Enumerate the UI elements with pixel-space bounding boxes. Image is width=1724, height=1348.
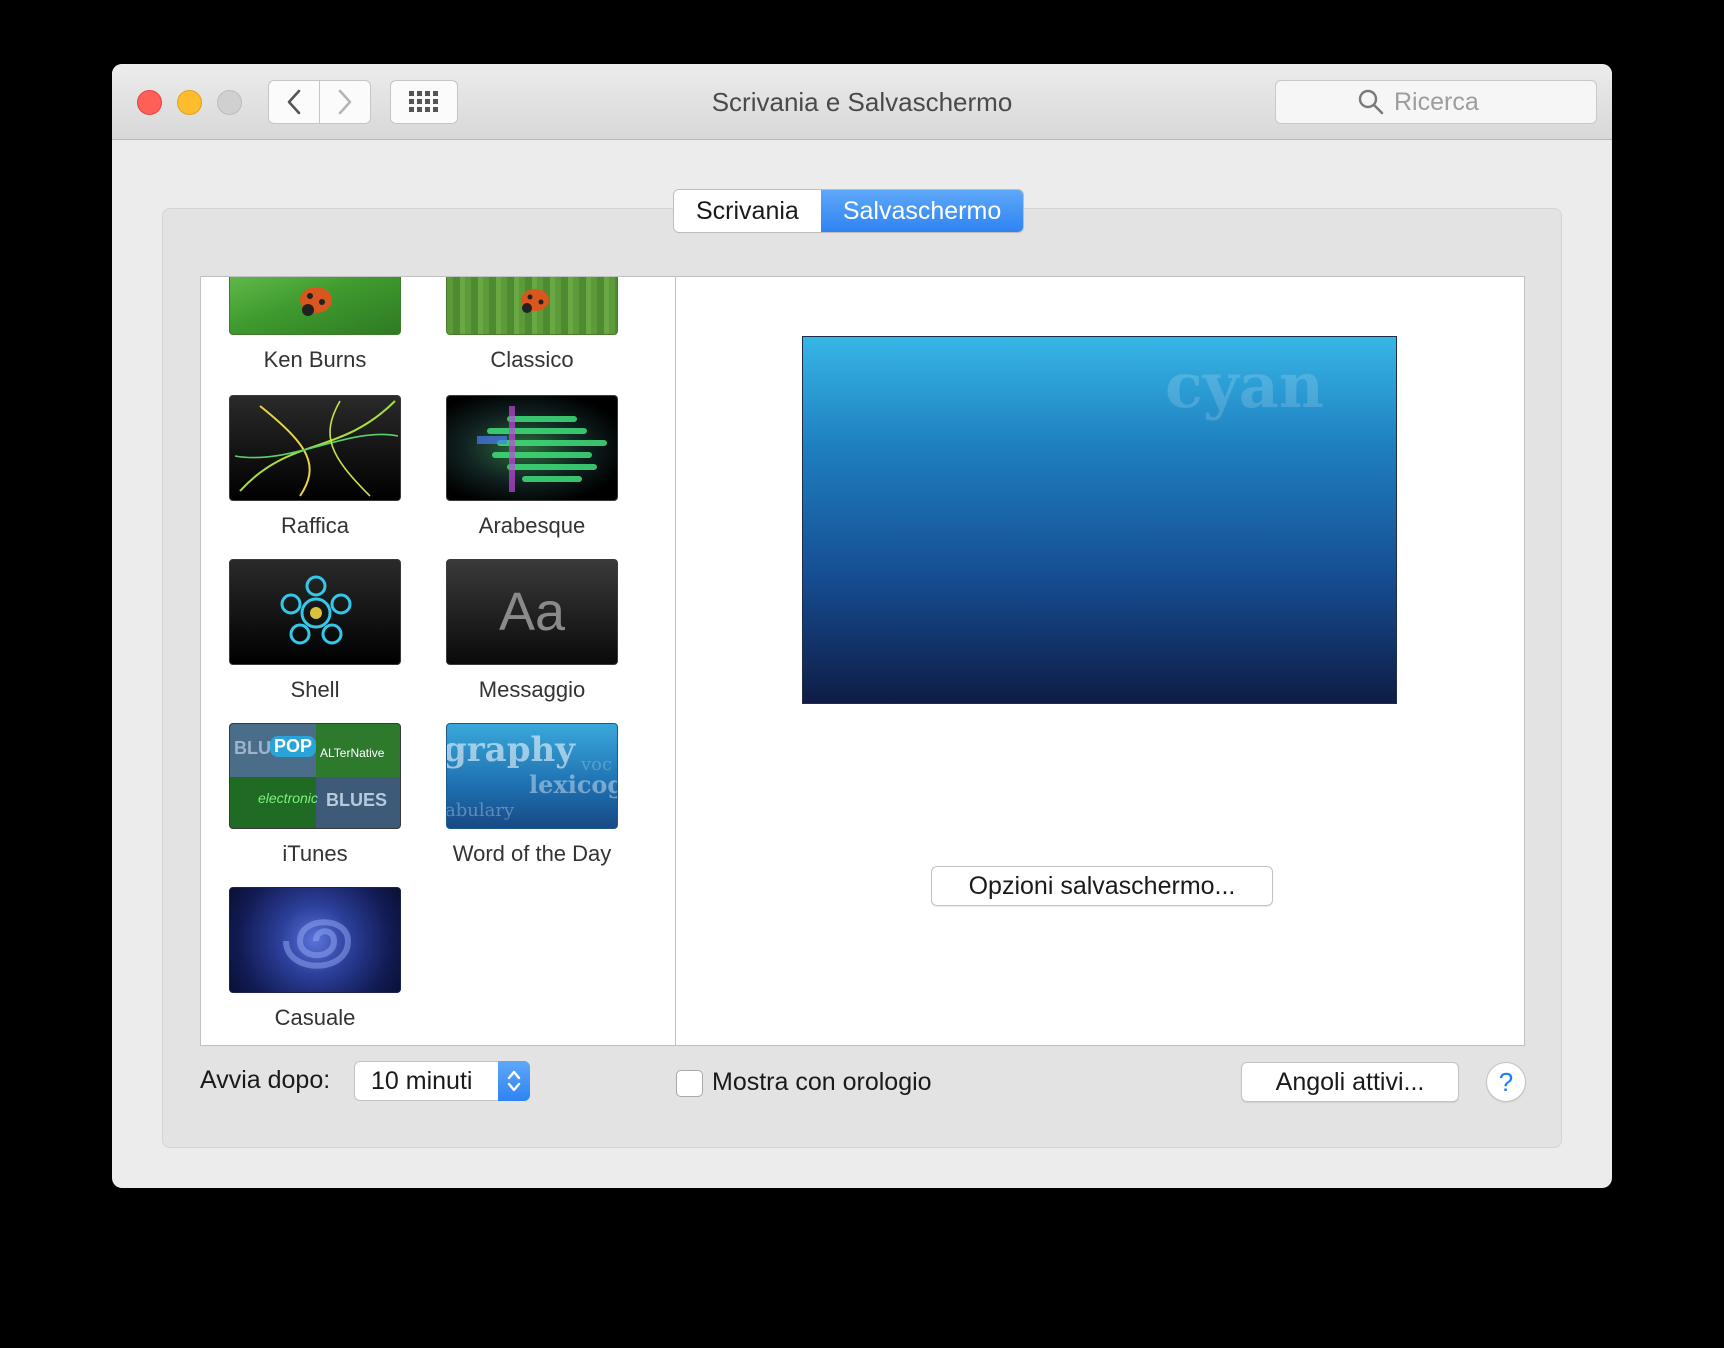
screensaver-itunes[interactable]: BLUES POP ALTerNative electronic BLUES i… xyxy=(225,723,405,867)
screensaver-label: iTunes xyxy=(282,841,348,866)
screensaver-label: Casuale xyxy=(274,1005,356,1030)
help-button[interactable]: ? xyxy=(1486,1062,1526,1102)
chevron-updown-icon xyxy=(507,1070,521,1092)
itunes-word: ALTerNative xyxy=(320,746,385,760)
screensaver-label: Ken Burns xyxy=(263,347,367,372)
start-after-select[interactable]: 10 minuti xyxy=(354,1061,530,1101)
tab-salvaschermo[interactable]: Salvaschermo xyxy=(820,190,1024,232)
preview-word: cyan xyxy=(1164,349,1324,422)
start-after-value: 10 minuti xyxy=(371,1067,473,1095)
itunes-word: BLUES xyxy=(326,790,388,810)
screensaver-word-of-the-day[interactable]: graphy lexicog abulary voc Word of the D… xyxy=(442,723,622,867)
system-preferences-window: Scrivania e Salvaschermo Ricerca Scrivan… xyxy=(112,64,1612,1188)
screensaver-messaggio[interactable]: Aa Messaggio xyxy=(442,559,622,703)
screensaver-ken-burns[interactable]: Ken Burns xyxy=(225,277,405,373)
screensaver-arabesque[interactable]: Arabesque xyxy=(442,395,622,539)
itunes-word: POP xyxy=(270,736,317,757)
screensaver-thumbnail xyxy=(446,395,618,501)
screensaver-classico[interactable]: Classico xyxy=(442,277,622,373)
show-clock-checkbox[interactable] xyxy=(676,1070,703,1097)
screensaver-casuale[interactable]: Casuale xyxy=(225,887,405,1031)
screensaver-label: Messaggio xyxy=(478,677,586,702)
message-thumb-text: Aa xyxy=(498,582,566,642)
screensaver-options-button[interactable]: Opzioni salvaschermo... xyxy=(931,866,1273,906)
select-arrows[interactable] xyxy=(498,1061,530,1101)
screensaver-thumbnail xyxy=(229,395,401,501)
screensaver-list[interactable]: Ken Burns Classico Raffica Arabesque She… xyxy=(200,276,676,1046)
screensaver-thumbnail xyxy=(229,887,401,993)
screensaver-label: Classico xyxy=(490,347,574,372)
search-placeholder: Ricerca xyxy=(1394,87,1479,116)
screensaver-label: Arabesque xyxy=(478,513,586,538)
screensaver-thumbnail: BLUES POP ALTerNative electronic BLUES xyxy=(229,723,401,829)
screensaver-thumbnail: graphy lexicog abulary voc xyxy=(446,723,618,829)
hot-corners-button[interactable]: Angoli attivi... xyxy=(1241,1062,1459,1102)
screensaver-preview: cyan xyxy=(802,336,1397,704)
tab-bar: Scrivania Salvaschermo xyxy=(673,189,1025,233)
start-after-label: Avvia dopo: xyxy=(200,1066,331,1094)
itunes-word: electronic xyxy=(258,790,318,806)
screensaver-label: Word of the Day xyxy=(452,841,612,866)
screensaver-thumbnail xyxy=(229,277,401,335)
tab-scrivania[interactable]: Scrivania xyxy=(674,190,821,232)
screensaver-label: Shell xyxy=(290,677,340,702)
search-icon xyxy=(1358,89,1384,115)
show-clock-label: Mostra con orologio xyxy=(712,1068,932,1096)
screensaver-label: Raffica xyxy=(280,513,350,538)
word-thumb-text: graphy xyxy=(446,730,575,770)
search-field[interactable]: Ricerca xyxy=(1275,80,1597,124)
word-thumb-text: voc xyxy=(581,754,613,775)
screensaver-thumbnail xyxy=(229,559,401,665)
screensaver-raffica[interactable]: Raffica xyxy=(225,395,405,539)
word-thumb-text: abulary xyxy=(446,800,515,821)
screensaver-thumbnail: Aa xyxy=(446,559,618,665)
screensaver-thumbnail xyxy=(446,277,618,335)
title-bar: Scrivania e Salvaschermo Ricerca xyxy=(112,64,1612,140)
screensaver-shell[interactable]: Shell xyxy=(225,559,405,703)
